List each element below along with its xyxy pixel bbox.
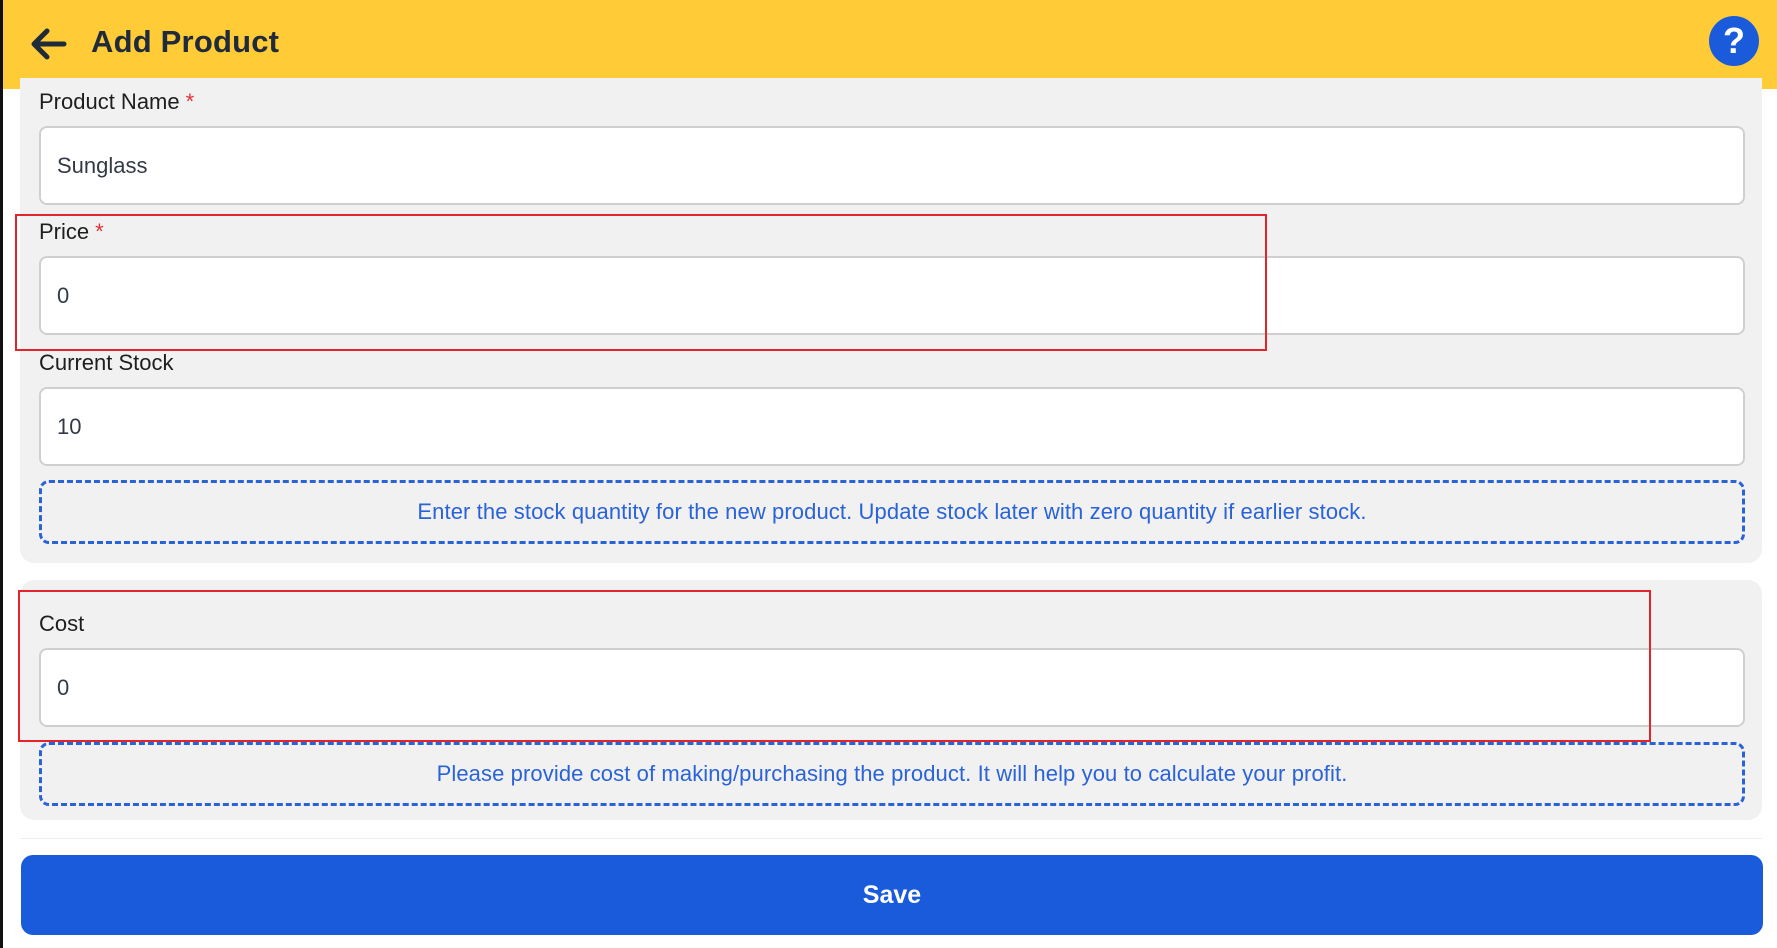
product-details-card: Product Name* Price* Current Stock Enter… <box>20 78 1762 563</box>
cost-card: Cost Please provide cost of making/purch… <box>20 580 1762 820</box>
product-name-label: Product Name * <box>39 88 194 116</box>
back-button[interactable] <box>25 20 73 68</box>
app-bar: Add Product ? <box>3 0 1777 89</box>
help-button[interactable]: ? <box>1709 16 1759 66</box>
page-title: Add Product <box>91 24 280 59</box>
price-label: Price * <box>39 218 104 246</box>
app-screen: Add Product ? Product Name* Price* Curre… <box>0 0 1777 948</box>
current-stock-label: Current Stock <box>39 350 174 375</box>
required-mark: * <box>95 219 104 244</box>
cost-hint: Please provide cost of making/purchasing… <box>39 742 1745 806</box>
save-button[interactable]: Save <box>21 855 1763 935</box>
question-circle-icon: ? <box>1723 20 1745 61</box>
product-name-label-text: Product Name <box>39 89 180 114</box>
stock-hint: Enter the stock quantity for the new pro… <box>39 480 1745 544</box>
product-name-input[interactable] <box>39 126 1745 205</box>
cost-input[interactable] <box>39 648 1745 727</box>
required-mark: * <box>185 89 195 114</box>
arrow-left-icon <box>31 28 67 60</box>
current-stock-input[interactable] <box>39 387 1745 466</box>
divider <box>20 838 1762 839</box>
cost-label: Cost <box>39 611 85 636</box>
price-input[interactable] <box>39 256 1745 335</box>
price-label-text: Price <box>39 219 90 244</box>
